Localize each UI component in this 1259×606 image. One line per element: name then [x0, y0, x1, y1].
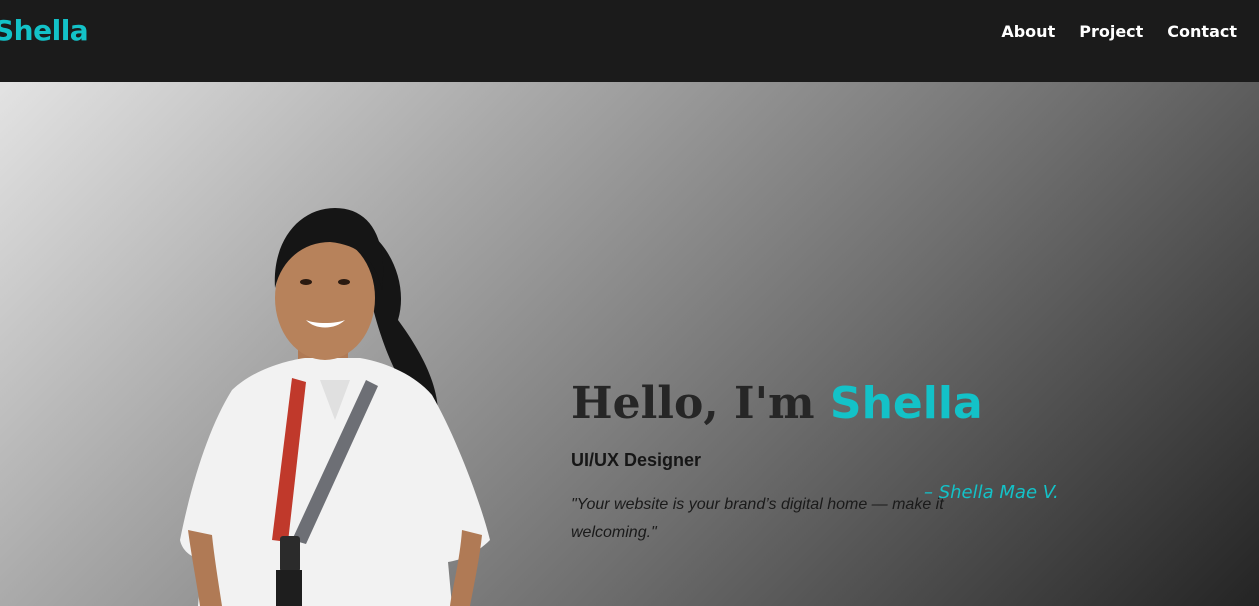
greeting-text: Hello, I'm — [571, 378, 830, 429]
navbar: Shella About Project Contact — [0, 0, 1259, 82]
hero-section: Hello, I'm Shella UI/UX Designer "Your w… — [0, 82, 1259, 606]
hero-heading: Hello, I'm Shella — [571, 376, 1091, 432]
nav-link-contact[interactable]: Contact — [1167, 22, 1237, 42]
brand-logo[interactable]: Shella — [0, 14, 89, 47]
nav-link-project[interactable]: Project — [1079, 22, 1143, 42]
profile-photo — [180, 208, 490, 606]
nav-links: About Project Contact — [1001, 22, 1237, 42]
quote-signature: – Shella Mae V. — [924, 482, 1059, 503]
hero-name: Shella — [829, 378, 983, 429]
job-title: UI/UX Designer — [571, 450, 702, 470]
hero-text: Hello, I'm Shella UI/UX Designer "Your w… — [571, 376, 1091, 547]
nav-link-about[interactable]: About — [1001, 22, 1055, 42]
